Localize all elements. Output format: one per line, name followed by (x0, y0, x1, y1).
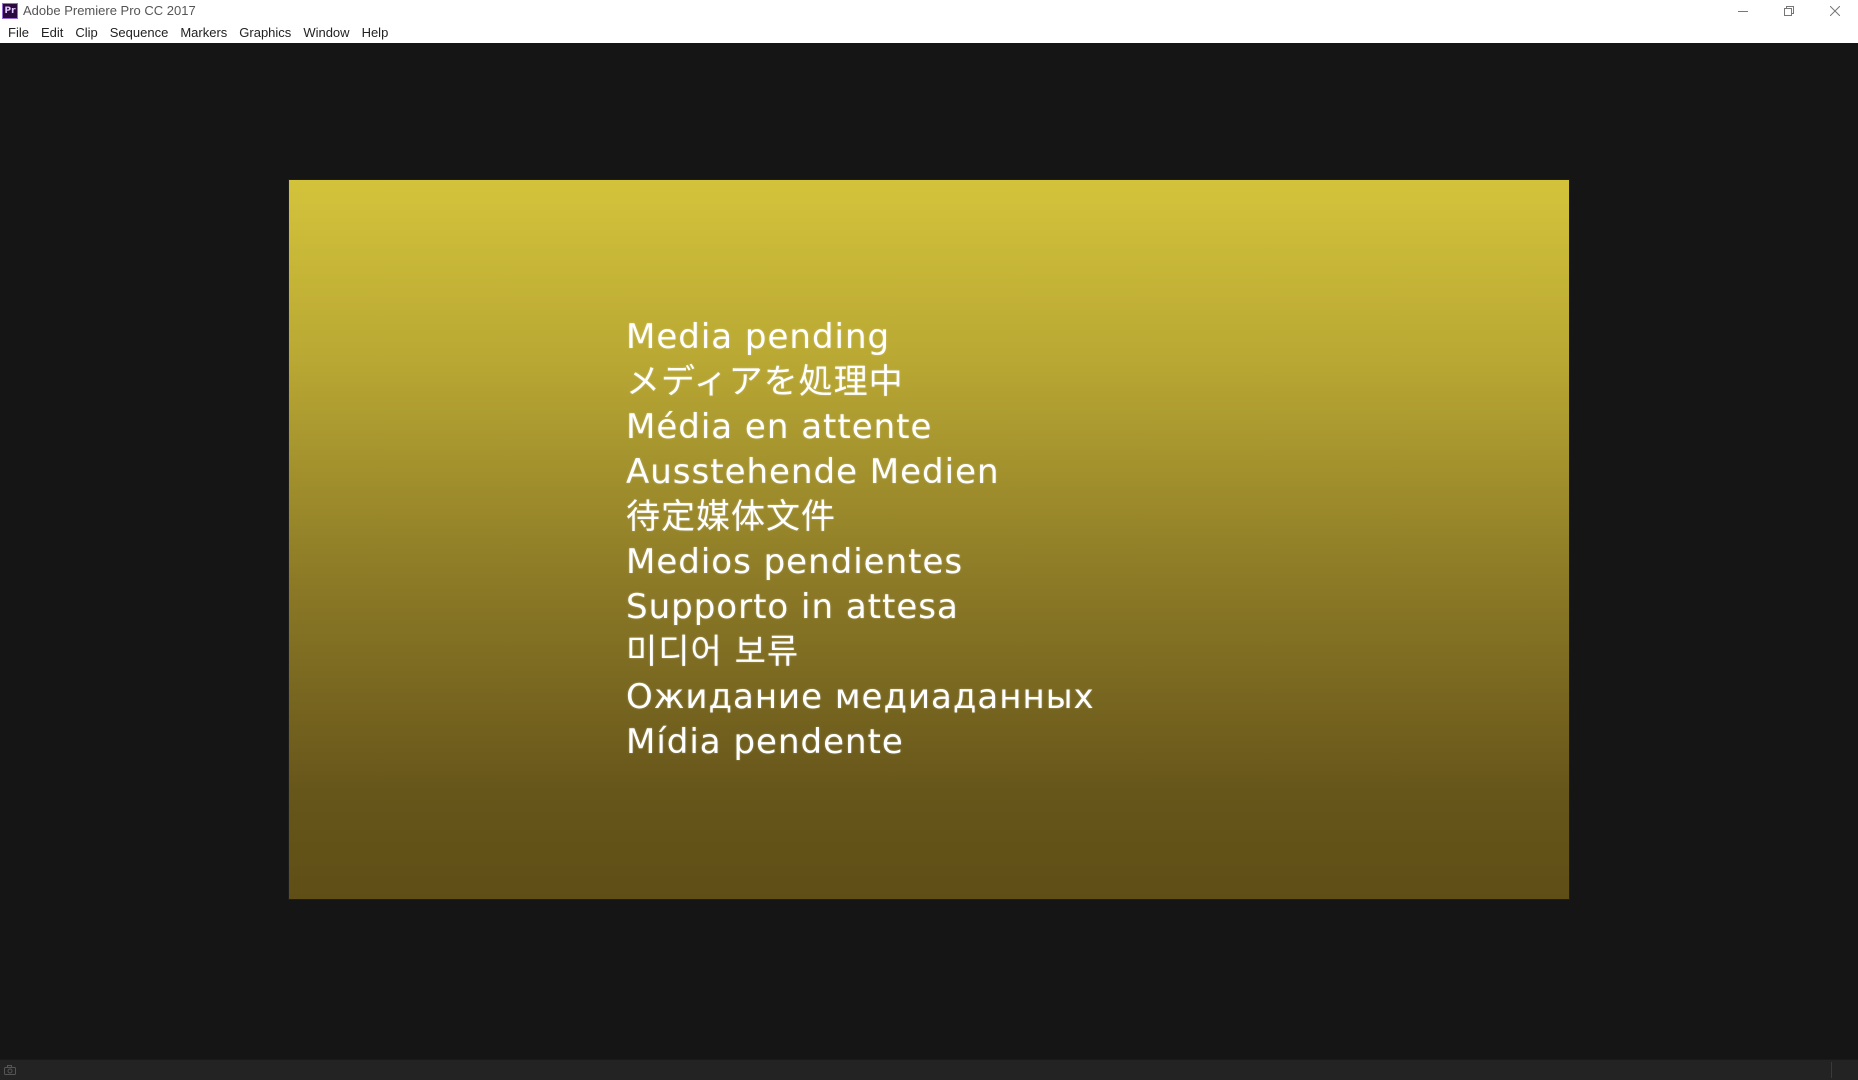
menu-bar: File Edit Clip Sequence Markers Graphics… (0, 22, 1858, 43)
media-pending-text-ko: 미디어 보류 (626, 632, 800, 672)
media-pending-text-en: Media pending (626, 317, 891, 357)
media-pending-text-ja: メディアを処理中 (626, 362, 904, 402)
close-icon (1830, 6, 1840, 16)
menu-file[interactable]: File (2, 22, 35, 43)
media-pending-frame: Media pending メディアを処理中 Média en attente … (289, 180, 1569, 899)
media-pending-text-pt: Mídia pendente (626, 722, 904, 762)
media-pending-text-it: Supporto in attesa (626, 587, 959, 627)
restore-icon (1784, 6, 1794, 16)
program-monitor[interactable]: Media pending メディアを処理中 Média en attente … (0, 43, 1858, 1059)
close-button[interactable] (1812, 0, 1858, 22)
media-pending-text-es: Medios pendientes (626, 542, 964, 582)
menu-help[interactable]: Help (356, 22, 395, 43)
media-pending-message-list: Media pending メディアを処理中 Média en attente … (626, 315, 1095, 765)
render-status-icon[interactable] (3, 1063, 17, 1077)
media-pending-text-fr: Média en attente (626, 407, 933, 447)
menu-sequence[interactable]: Sequence (104, 22, 175, 43)
window-controls (1720, 0, 1858, 22)
menu-markers[interactable]: Markers (174, 22, 233, 43)
media-pending-text-zh: 待定媒体文件 (626, 497, 836, 537)
premiere-pro-app-icon[interactable]: Pr (2, 3, 18, 19)
menu-clip[interactable]: Clip (69, 22, 103, 43)
menu-edit[interactable]: Edit (35, 22, 69, 43)
media-pending-text-de: Ausstehende Medien (626, 452, 1000, 492)
minimize-icon (1738, 11, 1748, 12)
window-title: Adobe Premiere Pro CC 2017 (23, 3, 196, 18)
menu-window[interactable]: Window (297, 22, 355, 43)
minimize-button[interactable] (1720, 0, 1766, 22)
media-pending-text-ru: Ожидание медиаданных (626, 677, 1095, 717)
status-bar (0, 1059, 1858, 1080)
menu-graphics[interactable]: Graphics (233, 22, 297, 43)
status-bar-divider (1831, 1062, 1832, 1078)
restore-button[interactable] (1766, 0, 1812, 22)
title-bar: Pr Adobe Premiere Pro CC 2017 (0, 0, 1858, 22)
